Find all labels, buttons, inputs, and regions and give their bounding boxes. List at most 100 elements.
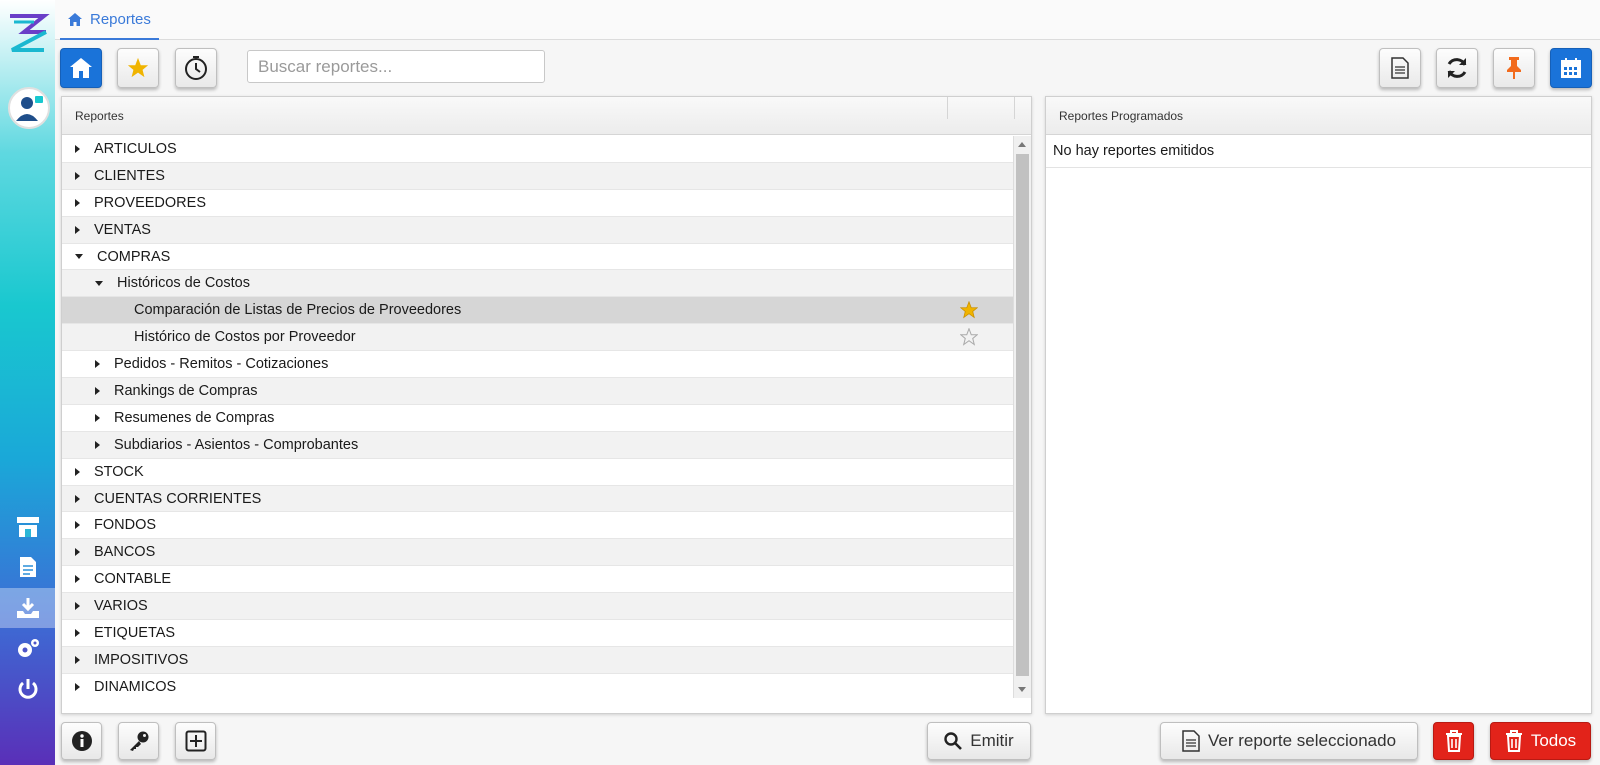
tree-row-label: ETIQUETAS: [94, 624, 176, 641]
caret-right-icon[interactable]: [75, 225, 80, 234]
tree-scrollbar[interactable]: [1013, 136, 1031, 698]
tree-row-label: BANCOS: [94, 544, 156, 561]
caret-right-icon[interactable]: [75, 198, 80, 207]
tree-row[interactable]: BANCOS: [62, 539, 1014, 567]
add-button[interactable]: [175, 722, 216, 760]
star-outline-icon[interactable]: [959, 327, 979, 351]
caret-right-icon[interactable]: [75, 548, 80, 557]
tree-row[interactable]: Rankings de Compras: [62, 378, 1014, 405]
history-button[interactable]: [175, 48, 217, 88]
caret-right-icon[interactable]: [75, 682, 80, 691]
caret-right-icon[interactable]: [95, 360, 100, 369]
top-bar: Reportes: [55, 0, 1600, 40]
empty-message: No hay reportes emitidos: [1046, 135, 1591, 168]
tree-row[interactable]: Subdiarios - Asientos - Comprobantes: [62, 431, 1014, 459]
scroll-thumb[interactable]: [1016, 154, 1029, 676]
tree-row[interactable]: DINAMICOS: [62, 674, 1014, 698]
search-input[interactable]: [247, 50, 545, 83]
caret-right-icon[interactable]: [75, 628, 80, 637]
caret-right-icon[interactable]: [75, 467, 80, 476]
tree-row[interactable]: CLIENTES: [62, 162, 1014, 190]
caret-right-icon[interactable]: [75, 521, 80, 530]
calendar-button[interactable]: [1550, 48, 1592, 88]
tree-row-label: DINAMICOS: [94, 678, 177, 695]
tree-row[interactable]: Histórico de Costos por Proveedor: [62, 324, 1014, 352]
scroll-up-arrow[interactable]: [1018, 142, 1026, 147]
view-selected-label: Ver reporte seleccionado: [1207, 731, 1397, 750]
tree-row[interactable]: PROVEEDORES: [62, 190, 1014, 217]
info-button[interactable]: [61, 722, 102, 760]
gears-icon: [17, 639, 39, 657]
caret-right-icon[interactable]: [75, 602, 80, 611]
caret-right-icon[interactable]: [75, 171, 80, 180]
reports-nav-button[interactable]: [0, 588, 55, 628]
user-avatar[interactable]: [8, 87, 50, 129]
tree-row-label: VENTAS: [94, 221, 151, 238]
caret-right-icon[interactable]: [75, 655, 80, 664]
tree-row-label: Históricos de Costos: [117, 275, 250, 292]
star-filled-icon[interactable]: [959, 301, 979, 324]
tree-row[interactable]: CONTABLE: [62, 566, 1014, 594]
tree-row[interactable]: IMPOSITIVOS: [62, 646, 1014, 674]
document-icon: [1182, 730, 1200, 752]
tab-reportes[interactable]: Reportes: [60, 0, 159, 40]
tree-row[interactable]: Pedidos - Remitos - Cotizaciones: [62, 351, 1014, 379]
store-icon: [16, 517, 39, 537]
document-icon: [1391, 57, 1409, 79]
reports-panel-header: Reportes: [62, 97, 1031, 135]
caret-right-icon[interactable]: [75, 494, 80, 503]
tree-row-label: FONDOS: [94, 517, 157, 534]
tree-row[interactable]: Históricos de Costos: [62, 270, 1014, 298]
store-nav-button[interactable]: [0, 507, 55, 547]
tree-row[interactable]: CUENTAS CORRIENTES: [62, 485, 1014, 513]
tree-row-label: Resumenes de Compras: [114, 409, 275, 426]
plus-square-icon: [185, 730, 206, 752]
key-icon: [129, 731, 148, 751]
document-icon: [19, 557, 36, 577]
reports-panel-title: Reportes: [75, 108, 124, 123]
tree-row[interactable]: Comparación de Listas de Precios de Prov…: [62, 297, 1014, 325]
reports-tree: ARTICULOS CLIENTES PROVEEDORES VENTAS COMPRA…: [62, 136, 1014, 698]
power-nav-button[interactable]: [0, 669, 55, 709]
scroll-down-arrow[interactable]: [1018, 687, 1026, 692]
tree-row[interactable]: ARTICULOS: [62, 136, 1014, 163]
app-logo[interactable]: [4, 10, 52, 58]
tree-row[interactable]: ETIQUETAS: [62, 620, 1014, 647]
user-icon: [16, 96, 43, 121]
pin-button[interactable]: [1493, 48, 1535, 88]
caret-right-icon[interactable]: [95, 413, 100, 422]
caret-right-icon[interactable]: [95, 386, 100, 395]
tree-row[interactable]: VENTAS: [62, 216, 1014, 244]
tree-row[interactable]: STOCK: [62, 459, 1014, 486]
tree-row[interactable]: Resumenes de Compras: [62, 405, 1014, 432]
document-nav-button[interactable]: [0, 547, 55, 587]
scheduled-panel-title: Reportes Programados: [1059, 108, 1184, 123]
tree-row[interactable]: VARIOS: [62, 593, 1014, 621]
key-button[interactable]: [118, 722, 159, 760]
favorites-button[interactable]: [117, 48, 159, 88]
delete-all-label: Todos: [1530, 731, 1577, 750]
tree-row[interactable]: FONDOS: [62, 512, 1014, 540]
power-icon: [18, 679, 37, 699]
settings-nav-button[interactable]: [0, 628, 55, 668]
caret-right-icon[interactable]: [75, 575, 80, 584]
tree-row-label: PROVEEDORES: [94, 194, 206, 211]
tree-row-label: Subdiarios - Asientos - Comprobantes: [114, 436, 359, 453]
tree-row-label: VARIOS: [94, 598, 148, 615]
home-button[interactable]: [60, 48, 102, 88]
document-button[interactable]: [1379, 48, 1421, 88]
tree-row[interactable]: COMPRAS: [62, 244, 1014, 271]
search-icon: [944, 732, 963, 750]
caret-down-icon[interactable]: [95, 280, 103, 286]
delete-button[interactable]: [1433, 722, 1474, 760]
refresh-button[interactable]: [1436, 48, 1478, 88]
delete-all-button[interactable]: Todos: [1490, 722, 1591, 760]
inbox-download-icon: [16, 598, 39, 618]
caret-right-icon[interactable]: [75, 144, 80, 153]
caret-right-icon[interactable]: [95, 440, 100, 449]
home-icon: [70, 58, 92, 78]
view-selected-report-button[interactable]: Ver reporte seleccionado: [1160, 722, 1418, 760]
tree-row-label: CLIENTES: [94, 167, 165, 184]
caret-down-icon[interactable]: [75, 254, 83, 259]
emit-button[interactable]: Emitir: [927, 722, 1031, 760]
